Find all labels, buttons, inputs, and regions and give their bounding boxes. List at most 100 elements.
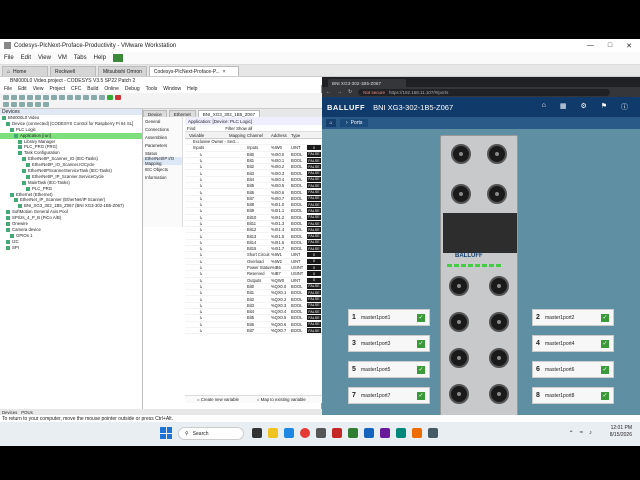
menu-help[interactable]: Help: [94, 55, 106, 61]
io-row[interactable]: ↳ Bit7 %QX0.7 BOOL FALSE: [185, 328, 322, 335]
port-card-8[interactable]: 8 master1port8 ✓: [532, 387, 614, 404]
not-secure-label[interactable]: Not secure: [363, 90, 385, 95]
app-icon[interactable]: [348, 428, 358, 438]
play-pause-icon[interactable]: [112, 54, 123, 62]
new-icon[interactable]: [3, 94, 9, 100]
menu-edit[interactable]: Edit: [21, 55, 31, 61]
col-mapping[interactable]: Mapping: [229, 133, 247, 138]
cds-menu-tools[interactable]: Tools: [146, 86, 158, 92]
forward-icon[interactable]: →: [337, 89, 342, 95]
col-channel[interactable]: Channel: [247, 133, 271, 138]
logout-icon[interactable]: [99, 94, 105, 100]
tree-item[interactable]: SPI: [0, 245, 142, 251]
map-variable-button[interactable]: = Map to existing variable: [257, 397, 306, 402]
port-card-6[interactable]: 6 master1port6 ✓: [532, 361, 614, 378]
paste-icon[interactable]: [59, 94, 65, 100]
address-bar[interactable]: Not secure https://192.168.11.107/#/port…: [358, 88, 610, 96]
menu-file[interactable]: File: [4, 55, 14, 61]
create-variable-button[interactable]: = Create new variable: [197, 397, 239, 402]
speaker-icon[interactable]: ♪: [589, 430, 592, 437]
vm-tab-rockwell[interactable]: Rockwell: [50, 66, 96, 76]
port-card-5[interactable]: 5 master1port5 ✓: [348, 361, 430, 378]
port-card-4[interactable]: 4 master1port4 ✓: [532, 335, 614, 352]
filter-select[interactable]: Show all: [236, 126, 252, 131]
port-card-2[interactable]: 2 master1port2 ✓: [532, 309, 614, 326]
cds-menu-debug[interactable]: Debug: [125, 86, 140, 92]
app-icon[interactable]: [332, 428, 342, 438]
taskbar-search[interactable]: ⚲ Search: [178, 427, 244, 440]
cds-menu-build[interactable]: Build: [87, 86, 98, 92]
menu-vm[interactable]: VM: [58, 55, 67, 61]
app-icon[interactable]: [412, 428, 422, 438]
editor-tab-device[interactable]: Device: [143, 110, 167, 117]
tab-devices[interactable]: Devices: [2, 410, 17, 415]
vm-tab-home[interactable]: ⌂ Home: [2, 66, 48, 76]
side-io-mapping[interactable]: EtherNet/IP I/O Mapping: [143, 156, 182, 166]
taskbar-clock[interactable]: 12:01 PM 8/15/2026: [610, 425, 632, 439]
copy-icon[interactable]: [51, 94, 57, 100]
cds-menu-window[interactable]: Window: [163, 86, 181, 92]
vm-tab-codesys[interactable]: Codesys-PlcNext-Proface-P... ×: [148, 66, 239, 76]
settings-gear-icon[interactable]: ⚙: [580, 102, 586, 112]
breadcrumb-home-button[interactable]: ⌂: [326, 119, 336, 127]
app-icon[interactable]: [428, 428, 438, 438]
menu-view[interactable]: View: [38, 55, 51, 61]
close-icon[interactable]: ×: [223, 69, 226, 75]
start-icon[interactable]: [107, 94, 113, 100]
notification-bell-icon[interactable]: ⚑: [601, 102, 607, 112]
cds-menu-online[interactable]: Online: [104, 86, 118, 92]
reload-icon[interactable]: ↻: [348, 89, 352, 95]
step-over-icon[interactable]: [3, 102, 9, 107]
cut-icon[interactable]: [43, 94, 49, 100]
edge-icon[interactable]: [284, 428, 294, 438]
build-icon[interactable]: [83, 94, 89, 100]
port-card-7[interactable]: 7 master1port7 ✓: [348, 387, 430, 404]
cds-menu-view[interactable]: View: [33, 86, 44, 92]
info-icon[interactable]: ⓘ: [621, 102, 628, 112]
wifi-icon[interactable]: ≈: [580, 430, 583, 437]
close-icon[interactable]: ✕: [626, 42, 632, 50]
port-card-3[interactable]: 3 master1port3 ✓: [348, 335, 430, 352]
side-iec-objects[interactable]: IEC Objects: [143, 165, 182, 173]
cds-menu-help[interactable]: Help: [187, 86, 197, 92]
device-icon[interactable]: ▦: [560, 102, 567, 112]
menu-tabs[interactable]: Tabs: [74, 55, 87, 61]
breakpoint-icon[interactable]: [27, 102, 33, 107]
col-variable[interactable]: Variable: [185, 133, 229, 138]
browser-tab[interactable]: BNI XG3-302-1B5-Z067: [328, 79, 406, 87]
breadcrumb-ports[interactable]: › Ports: [340, 119, 369, 127]
step-out-icon[interactable]: [19, 102, 25, 107]
write-values-icon[interactable]: [35, 102, 41, 107]
col-address[interactable]: Address: [271, 133, 291, 138]
back-icon[interactable]: ←: [326, 89, 331, 95]
open-icon[interactable]: [11, 94, 17, 100]
find-icon[interactable]: [75, 94, 81, 100]
maximize-icon[interactable]: □: [608, 42, 612, 50]
cds-menu-file[interactable]: File: [4, 86, 12, 92]
stop-icon[interactable]: [115, 94, 121, 100]
app-icon[interactable]: [396, 428, 406, 438]
chrome-icon[interactable]: [300, 428, 310, 438]
col-type[interactable]: Type: [291, 133, 305, 138]
save-icon[interactable]: [19, 94, 25, 100]
vmware-icon[interactable]: [316, 428, 326, 438]
app-icon[interactable]: [364, 428, 374, 438]
tab-pous[interactable]: POUs: [21, 410, 32, 415]
chevron-up-icon[interactable]: ⌃: [569, 430, 574, 437]
side-connections[interactable]: Connections: [143, 125, 182, 133]
login-icon[interactable]: [91, 94, 97, 100]
app-icon[interactable]: [380, 428, 390, 438]
editor-tab-ethernet[interactable]: Ethernet: [168, 110, 196, 117]
task-view-icon[interactable]: [252, 428, 262, 438]
vm-tab-mitsubishi[interactable]: Mitsubishi Omron: [98, 66, 147, 76]
force-values-icon[interactable]: [43, 102, 49, 107]
file-explorer-icon[interactable]: [268, 428, 278, 438]
side-assemblies[interactable]: Assemblies: [143, 133, 182, 141]
port-card-1[interactable]: 1 master1port1 ✓: [348, 309, 430, 326]
minimize-icon[interactable]: —: [587, 42, 594, 50]
home-icon[interactable]: ⌂: [542, 102, 546, 112]
undo-icon[interactable]: [27, 94, 33, 100]
side-general[interactable]: General: [143, 117, 182, 125]
redo-icon[interactable]: [35, 94, 41, 100]
side-parameters[interactable]: Parameters: [143, 141, 182, 149]
